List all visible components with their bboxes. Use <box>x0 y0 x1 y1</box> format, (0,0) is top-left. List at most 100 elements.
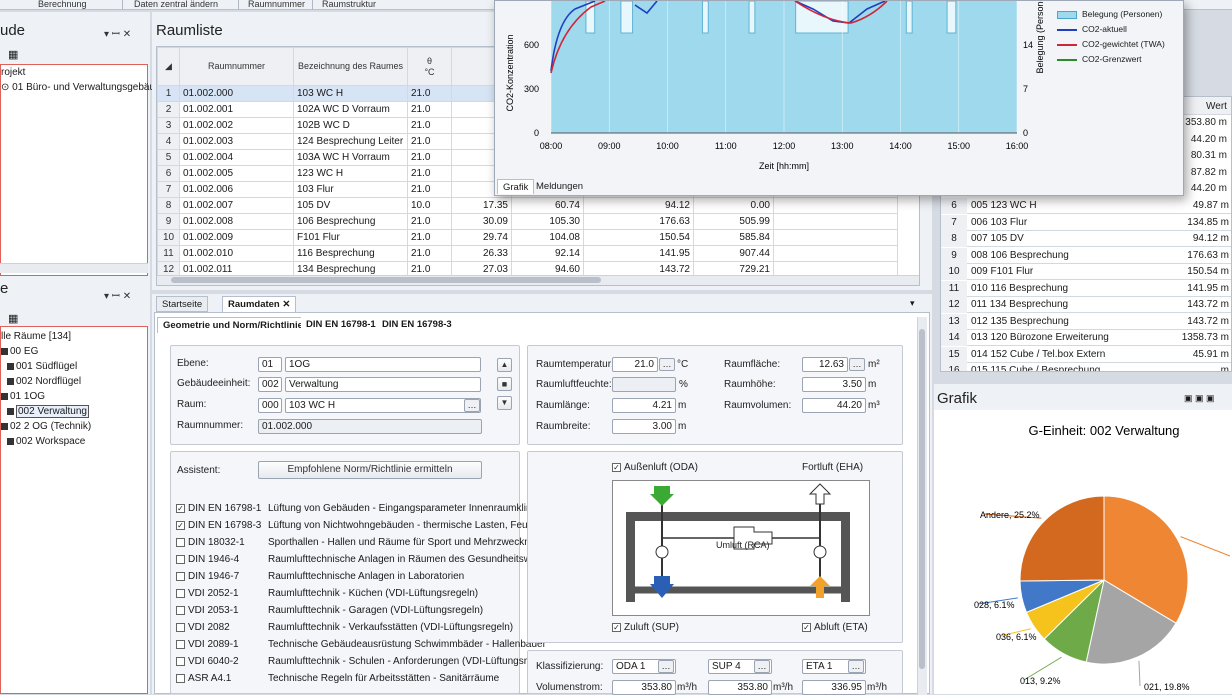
table-row[interactable]: 15 014 152 Cube / Tel.box Extern 45.91 m <box>941 346 1231 363</box>
table-row[interactable]: 9 01.002.008 106 Besprechung 21.0 30.09 105.3… <box>157 213 898 230</box>
ribbon-berechnung[interactable]: Berechnung <box>38 0 87 9</box>
subtab-16798-1[interactable]: DIN EN 16798-1 <box>301 317 381 333</box>
raum-browse-button[interactable]: … <box>464 399 480 412</box>
raumnummer-input[interactable]: 01.002.000 <box>258 419 482 434</box>
tree-item-2og[interactable]: 02 2 OG (Technik) <box>1 419 147 434</box>
vol-sup-input[interactable]: 353.80 <box>708 680 772 695</box>
flaeche-browse-button[interactable]: … <box>849 358 865 371</box>
norm-item[interactable]: VDI 2082 Raumlufttechnik - Verkaufsstätte… <box>176 619 513 636</box>
klass-eta-browse[interactable]: … <box>848 660 864 673</box>
checkbox[interactable] <box>176 622 185 632</box>
eta-checkbox[interactable]: ✓ Abluft (ETA) <box>802 622 868 633</box>
table-row[interactable]: 11 010 116 Besprechung 141.95 m <box>941 280 1231 297</box>
sup-checkbox[interactable]: ✓ Zuluft (SUP) <box>612 622 679 633</box>
co2-tab-grafik[interactable]: Grafik <box>497 179 535 194</box>
table-row[interactable]: 9 008 106 Besprechung 176.63 m <box>941 247 1231 264</box>
feuchte-input[interactable] <box>612 377 676 392</box>
oda-checkbox[interactable]: ✓ Außenluft (ODA) <box>612 462 698 473</box>
checkbox[interactable]: ✓ <box>176 520 185 530</box>
chevron-down-icon[interactable]: ▾ <box>910 298 915 309</box>
checkbox[interactable] <box>176 571 185 581</box>
pie-slice[interactable] <box>1019 495 1105 582</box>
tree-item-verwaltung[interactable]: 002 Verwaltung <box>1 404 147 419</box>
table-row[interactable]: 14 013 120 Bürozone Erweiterung 1358.73 m <box>941 330 1231 346</box>
raumdaten-vscroll[interactable] <box>917 317 927 695</box>
tab-raumdaten[interactable]: Raumdaten ✕ <box>222 296 297 312</box>
ebene-code-input[interactable]: 01 <box>258 357 282 372</box>
table-row[interactable]: 12 011 134 Besprechung 143.72 m <box>941 297 1231 313</box>
checkbox[interactable] <box>176 673 185 683</box>
tab-startseite[interactable]: Startseite <box>156 296 209 312</box>
down-arrow-button[interactable]: ▼ <box>497 396 512 410</box>
checkbox[interactable] <box>176 639 185 649</box>
tree-item-nordfluegel[interactable]: 002 Nordflügel <box>1 374 147 389</box>
stop-icon-button[interactable]: ■ <box>497 377 512 391</box>
up-arrow-button[interactable]: ▲ <box>497 358 512 372</box>
norm-item[interactable]: DIN 1946-4 Raumlufttechnische Anlagen in … <box>176 551 558 568</box>
checkbox[interactable] <box>176 605 185 615</box>
table-row[interactable]: 7 006 103 Flur 134.85 m <box>941 214 1231 231</box>
table-row[interactable]: 10 009 F101 Flur 150.54 m <box>941 264 1231 280</box>
raum-code-input[interactable]: 000 <box>258 398 282 413</box>
co2-tab-meldungen[interactable]: Meldungen <box>531 179 588 194</box>
temp-input[interactable]: 21.0 <box>612 357 658 372</box>
norm-item[interactable]: DIN 18032-1 Sporthallen - Hallen und Räum… <box>176 534 560 551</box>
table-row[interactable]: 8 007 105 DV 94.12 m <box>941 231 1231 247</box>
checkbox[interactable] <box>176 554 185 564</box>
ebene-name-input[interactable]: 1OG <box>285 357 481 372</box>
close-icon[interactable]: ✕ <box>282 299 290 310</box>
raum-name-input[interactable]: 103 WC H <box>285 398 481 413</box>
tree-item-1og[interactable]: 01 1OG <box>1 389 147 404</box>
pin-icon[interactable]: ▾ ꟷ ✕ <box>104 288 131 302</box>
tree-item-workspace[interactable]: 002 Workspace <box>1 434 147 449</box>
toolbar-icon[interactable]: ▦ <box>8 312 18 325</box>
tree-item-eg[interactable]: 00 EG <box>1 344 147 359</box>
raumliste-hscroll[interactable] <box>157 275 919 285</box>
norm-item[interactable]: DIN 1946-7 Raumlufttechnische Anlagen in … <box>176 568 464 585</box>
norm-item[interactable]: VDI 2089-1 Technische Gebäudeausrüstung S… <box>176 636 546 653</box>
vol-oda-input[interactable]: 353.80 <box>612 680 676 695</box>
norm-item[interactable]: ✓ DIN EN 16798-3 Lüftung von Nichtwohngebä… <box>176 517 562 534</box>
subtab-16798-3[interactable]: DIN EN 16798-3 <box>377 317 457 333</box>
table-row[interactable]: 16 015 115 Cube / Besprechung m <box>941 363 1231 371</box>
table-row[interactable]: 6 005 123 WC H 49.87 m <box>941 198 1231 214</box>
col-bezeichnung[interactable]: Bezeichnung des Raumes <box>293 47 408 86</box>
norm-item[interactable]: VDI 6040-2 Raumlufttechnik - Schulen - An… <box>176 653 555 670</box>
norm-item[interactable]: ASR A4.1 Technische Regeln für Arbeitsstä… <box>176 670 499 687</box>
toolbar-icon[interactable]: ▦ <box>8 48 18 61</box>
klass-oda-browse[interactable]: … <box>658 660 674 673</box>
flaeche-input[interactable]: 12.63 <box>802 357 848 372</box>
tree-item-suedfluegel[interactable]: 001 Südflügel <box>1 359 147 374</box>
pin-icon[interactable]: ▾ ꟷ ✕ <box>104 26 131 40</box>
ribbon-raumstruktur[interactable]: Raumstruktur <box>322 0 376 9</box>
checkbox[interactable] <box>176 656 185 666</box>
norm-item[interactable]: VDI 2052-1 Raumlufttechnik - Küchen (VDI-… <box>176 585 478 602</box>
checkbox[interactable]: ✓ <box>176 503 185 513</box>
hoehe-input[interactable]: 3.50 <box>802 377 866 392</box>
checkbox[interactable] <box>176 537 185 547</box>
norm-ermitteln-button[interactable]: Empfohlene Norm/Richtlinie ermitteln <box>258 461 482 479</box>
window-controls-icon[interactable]: ▣ ▣ ▣ <box>1184 393 1215 404</box>
temp-browse-button[interactable]: … <box>659 358 675 371</box>
table-row[interactable]: 13 012 135 Besprechung 143.72 m <box>941 313 1231 330</box>
table-row[interactable]: 10 01.002.009 F101 Flur 21.0 29.74 104.08 150.… <box>157 229 898 246</box>
geb-name-input[interactable]: Verwaltung <box>285 377 481 392</box>
checkbox[interactable] <box>176 588 185 598</box>
laenge-input[interactable]: 4.21 <box>612 398 676 413</box>
col-theta[interactable]: θ °C <box>407 47 452 86</box>
subtab-geometrie[interactable]: Geometrie und Norm/Richtlinie <box>157 317 309 333</box>
geb-code-input[interactable]: 002 <box>258 377 282 392</box>
ribbon-daten-zentral[interactable]: Daten zentral ändern <box>134 0 218 9</box>
breite-input[interactable]: 3.00 <box>612 419 676 434</box>
norm-item[interactable]: ✓ DIN EN 16798-1 Lüftung von Gebäuden - Ei… <box>176 500 540 517</box>
tree-item-building[interactable]: ⊙ 01 Büro- und Verwaltungsgebäu <box>1 80 155 95</box>
left-top-hscroll[interactable] <box>0 263 148 273</box>
norm-item[interactable]: VDI 2053-1 Raumlufttechnik - Garagen (VDI… <box>176 602 483 619</box>
col-wert[interactable]: Wert <box>1206 101 1227 112</box>
tree-item-all-rooms[interactable]: lle Räume [134] <box>1 329 147 344</box>
ribbon-raumnummer[interactable]: Raumnummer <box>248 0 305 9</box>
volumen-input[interactable]: 44.20 <box>802 398 866 413</box>
table-row[interactable]: 8 01.002.007 105 DV 10.0 17.35 60.74 94.12 0.00 <box>157 197 898 214</box>
table-row[interactable]: 11 01.002.010 116 Besprechung 21.0 26.33 92.1… <box>157 245 898 262</box>
tree-item-projekt[interactable]: rojekt <box>1 65 147 80</box>
